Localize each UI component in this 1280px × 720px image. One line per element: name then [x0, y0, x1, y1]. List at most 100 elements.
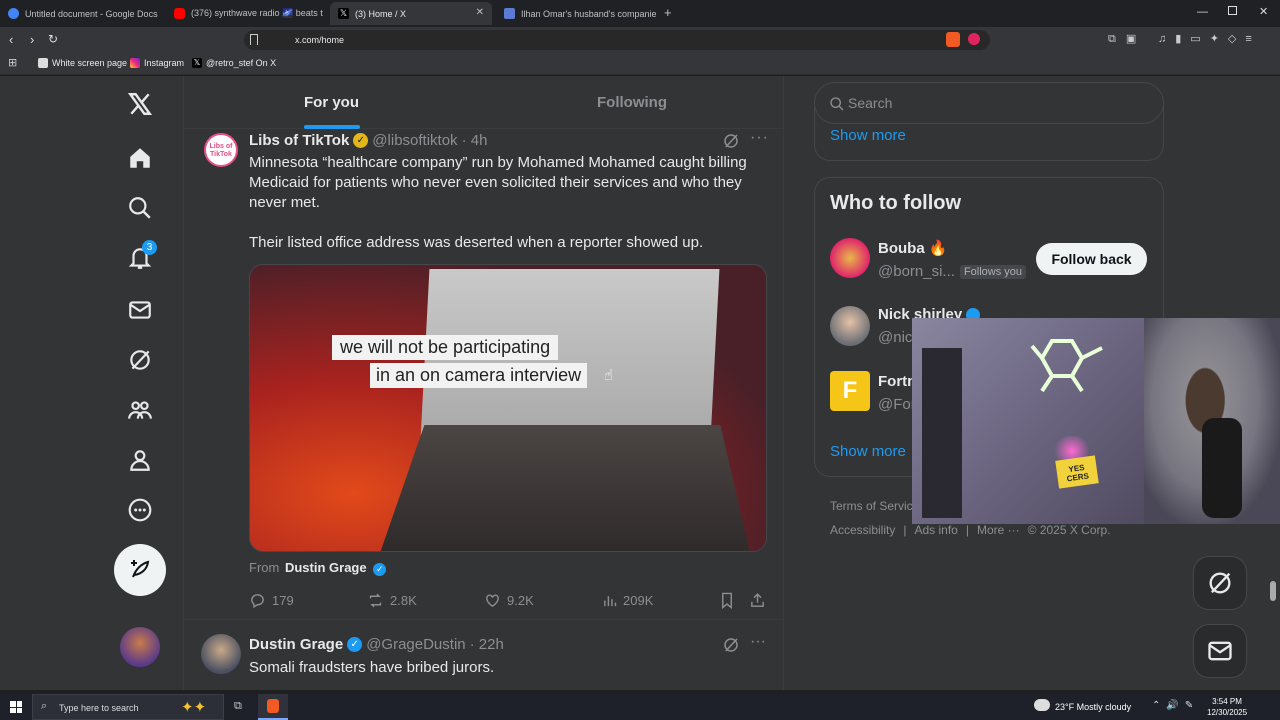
from-author-link[interactable]: Dustin Grage: [285, 560, 367, 575]
communities-icon[interactable]: [124, 394, 156, 426]
post-more-icon[interactable]: ···: [750, 633, 766, 651]
footer-more-link[interactable]: More ···: [977, 523, 1020, 537]
task-view-icon[interactable]: ⧉: [234, 700, 242, 713]
feather-icon: [131, 560, 150, 578]
toolbar-icons[interactable]: ♫▮▭✦◇≡: [1158, 32, 1261, 45]
notifications-bell-icon[interactable]: 3: [124, 240, 157, 274]
fortnite-logo-icon[interactable]: F: [830, 371, 870, 411]
minimize-icon[interactable]: —: [1197, 6, 1208, 18]
post-dustin-grage[interactable]: Dustin Grage ✓ @GrageDustin · 22h ··· So…: [184, 621, 784, 690]
author-avatar[interactable]: Libs of TikTok: [204, 133, 238, 167]
windows-start-icon[interactable]: [10, 701, 22, 713]
messages-floating-button[interactable]: [1193, 624, 1247, 678]
author-name[interactable]: Dustin Grage: [249, 636, 343, 653]
extensions-icons[interactable]: ⧉▣: [1108, 32, 1146, 46]
post-more-icon[interactable]: ···: [750, 129, 769, 147]
share-button[interactable]: [749, 592, 766, 609]
show-more-trending-link[interactable]: Show more: [830, 127, 906, 144]
repost-count: 2.8K: [390, 593, 417, 608]
like-button[interactable]: 9.2K: [484, 592, 534, 609]
follow-back-button[interactable]: Follow back: [1036, 243, 1147, 275]
forward-icon[interactable]: ›: [30, 32, 34, 47]
author-handle[interactable]: @libsoftiktok: [372, 132, 457, 149]
views-button[interactable]: 209K: [602, 592, 653, 609]
footer-ads-link[interactable]: Ads info: [914, 523, 957, 537]
post-video-media[interactable]: we will not be participating in an on ca…: [249, 264, 767, 552]
apps-grid-icon[interactable]: ⊞: [8, 56, 17, 69]
reply-button[interactable]: 179: [249, 592, 294, 609]
bookmark-instagram[interactable]: Instagram: [130, 58, 184, 68]
follows-you-badge: Follows you: [959, 264, 1027, 279]
suggestion-avatar[interactable]: [830, 306, 870, 346]
home-icon[interactable]: [124, 142, 156, 174]
author-handle[interactable]: @GrageDustin: [366, 636, 465, 653]
brave-shields-icon[interactable]: [946, 32, 960, 47]
grok-post-icon[interactable]: [722, 636, 740, 654]
post-header: Dustin Grage ✓ @GrageDustin · 22h: [249, 636, 504, 653]
suggestion-name[interactable]: Fortn: [878, 373, 916, 390]
search-icon: ⌕: [41, 700, 48, 712]
x-logo-icon: 𝕏: [338, 8, 349, 19]
tab-google-docs[interactable]: Untitled document - Google Docs: [0, 2, 162, 25]
clock-time: 3:54 PM: [1212, 697, 1242, 706]
tab-for-you[interactable]: For you: [304, 94, 359, 111]
laptop-keyboard: [380, 425, 750, 551]
taskbar-search-box[interactable]: ⌕ Type here to search ✦✦: [32, 694, 224, 720]
reload-icon[interactable]: ↻: [48, 32, 58, 46]
repost-button[interactable]: 2.8K: [367, 592, 417, 609]
suggestion-avatar[interactable]: [830, 238, 870, 278]
close-tab-icon[interactable]: ✕: [476, 7, 484, 18]
close-window-icon[interactable]: ✕: [1259, 5, 1268, 18]
back-icon[interactable]: ‹: [9, 32, 13, 47]
more-options-icon[interactable]: [124, 494, 156, 526]
verified-badge-icon: ✓: [347, 637, 363, 652]
explore-search-icon[interactable]: [124, 192, 156, 224]
suggestion-name[interactable]: Bouba 🔥: [878, 239, 948, 257]
tab-title: (376) synthwave radio 🌌 beats t: [191, 8, 323, 18]
browser-tab-strip: Untitled document - Google Docs (376) sy…: [0, 0, 1280, 27]
brave-rewards-icon[interactable]: [968, 33, 980, 45]
grok-floating-button[interactable]: [1193, 556, 1247, 610]
footer-copyright: © 2025 X Corp.: [1027, 523, 1111, 537]
account-avatar[interactable]: [120, 627, 160, 667]
scrollbar-thumb[interactable]: [1270, 581, 1276, 601]
restore-icon[interactable]: [1228, 6, 1237, 15]
footer-accessibility-link[interactable]: Accessibility: [830, 523, 895, 537]
tab-article[interactable]: Ilhan Omar's husband's companies s: [496, 2, 656, 25]
show-more-follow-link[interactable]: Show more: [830, 443, 906, 460]
post-time[interactable]: · 22h: [470, 636, 504, 653]
post-time[interactable]: · 4h: [462, 132, 488, 149]
address-bar[interactable]: x.com/home: [244, 30, 990, 50]
author-avatar[interactable]: [201, 634, 241, 674]
x-logo-icon[interactable]: [124, 88, 156, 120]
bookmark-white-screen[interactable]: White screen page: [38, 58, 127, 68]
bookmark-retro-stef[interactable]: 𝕏 @retro_stef On X: [192, 58, 276, 68]
taskbar-brave-app[interactable]: [258, 694, 288, 720]
new-tab-icon[interactable]: +: [664, 5, 672, 20]
tab-youtube[interactable]: (376) synthwave radio 🌌 beats t: [166, 2, 326, 25]
tab-following[interactable]: Following: [597, 94, 667, 111]
footer-links: Accessibility | Ads info | More ··· © 2025…: [830, 523, 1111, 537]
bookmark-button[interactable]: [719, 592, 735, 609]
footer-terms-link[interactable]: Terms of Service: [830, 499, 919, 513]
sparkle-icon: ✦✦: [181, 699, 207, 716]
post-libs-of-tiktok[interactable]: Libs of TikTok Libs of TikTok ✓ @libsofti…: [184, 129, 784, 620]
tab-title: Untitled document - Google Docs: [25, 8, 158, 19]
left-navigation: 3: [0, 76, 184, 690]
taskbar-search-input[interactable]: Type here to search: [59, 703, 139, 713]
suggestion-handle: @born_si...: [878, 263, 955, 280]
hexagon-light-icon: [1022, 336, 1103, 393]
messages-mail-icon[interactable]: [124, 294, 156, 326]
main-feed: For you Following Libs of TikTok Libs of …: [184, 76, 784, 690]
tab-x-home[interactable]: 𝕏 (3) Home / X ✕: [330, 2, 492, 25]
weather-text[interactable]: 23°F Mostly cloudy: [1055, 702, 1131, 712]
grok-post-icon[interactable]: [722, 132, 740, 150]
bookmark-page-icon[interactable]: [250, 34, 258, 45]
clock[interactable]: 3:54 PM 12/30/2025: [1207, 696, 1247, 718]
author-name[interactable]: Libs of TikTok: [249, 132, 349, 149]
profile-icon[interactable]: [124, 444, 156, 476]
compose-post-button[interactable]: [114, 544, 166, 596]
grok-icon[interactable]: [124, 344, 156, 376]
system-tray-icons[interactable]: ⌃🔊✎: [1152, 700, 1199, 711]
from-attribution: From Dustin Grage ✓: [249, 560, 387, 576]
